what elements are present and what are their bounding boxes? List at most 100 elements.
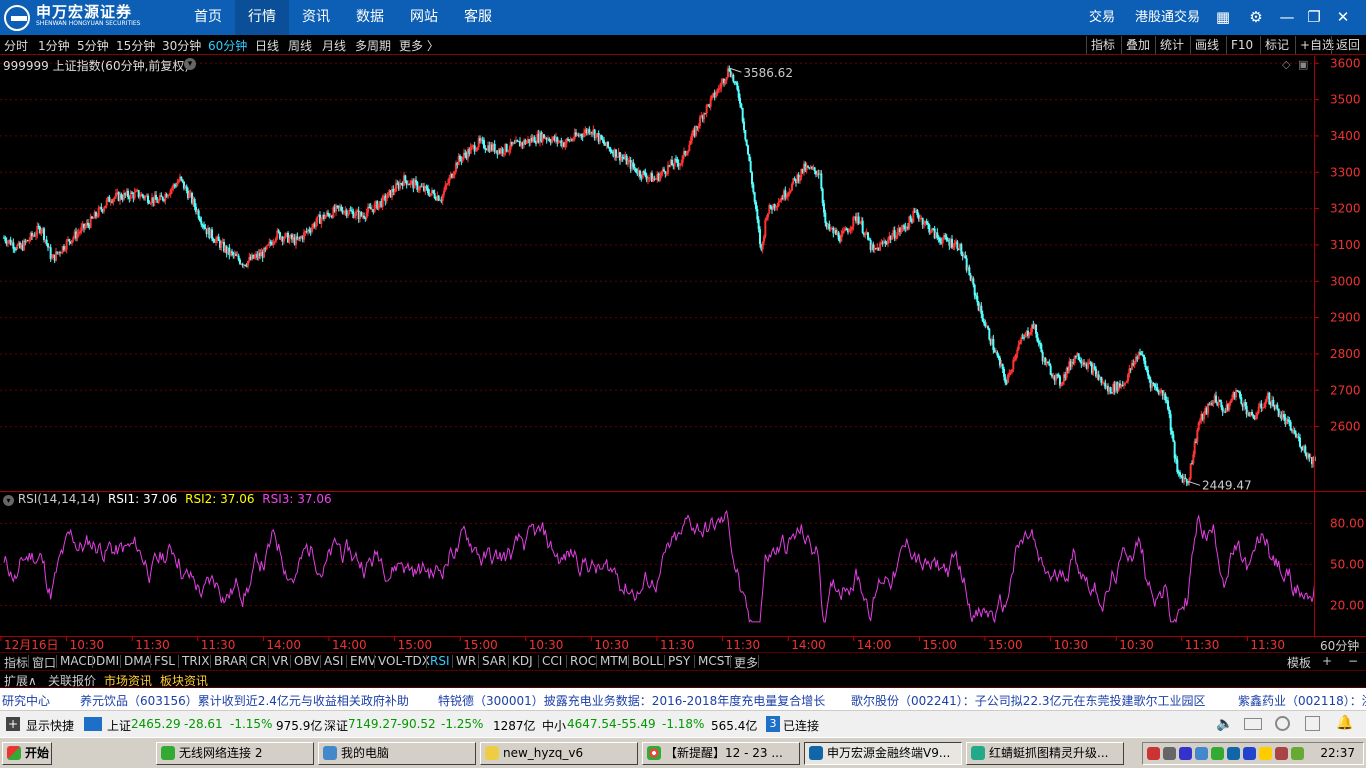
restore-icon[interactable]: ❐ — [1303, 7, 1325, 27]
indicator-mcst[interactable]: MCST — [698, 654, 732, 668]
tray-app-icon[interactable] — [1163, 747, 1176, 760]
indicator-kdj[interactable]: KDJ — [512, 654, 533, 668]
task-browser[interactable]: 【新提醒】12 - 23 ... — [642, 742, 800, 765]
add-window-button[interactable]: + — [1322, 654, 1332, 668]
indicator-cr[interactable]: CR — [250, 654, 267, 668]
tool-f10[interactable]: F10 — [1226, 36, 1257, 54]
indicator-dma[interactable]: DMA — [124, 654, 152, 668]
period-15min[interactable]: 15分钟 — [116, 37, 155, 54]
tray-app-icon[interactable] — [1291, 747, 1304, 760]
period-multi[interactable]: 多周期 — [355, 37, 391, 54]
indicator-item[interactable]: 窗口 — [32, 654, 56, 671]
dropdown-icon[interactable]: ▾ — [184, 58, 196, 70]
nav-website[interactable]: 网站 — [397, 0, 451, 35]
rsi-panel[interactable]: 80.00 50.00 20.00 ▾ RSI(14,14,14) RSI1: 37… — [0, 492, 1366, 636]
nav-home[interactable]: 首页 — [181, 0, 235, 35]
indicator-item[interactable]: 指标 — [4, 654, 28, 671]
indicator-boll[interactable]: BOLL — [632, 654, 663, 668]
news-item[interactable]: 养元饮品（603156）累计收到近2.4亿元与收益相关政府补助 — [80, 692, 409, 709]
quick-keys[interactable]: 显示快捷 — [26, 717, 74, 734]
task-network[interactable]: 无线网络连接 2 — [156, 742, 314, 765]
tray-app-icon[interactable] — [1195, 747, 1208, 760]
tray-app-icon[interactable] — [1275, 747, 1288, 760]
tray-app-icon[interactable] — [1259, 747, 1272, 760]
indicator-vr[interactable]: VR — [272, 654, 289, 668]
gear-icon[interactable]: ⚙ — [1245, 7, 1267, 27]
close-icon[interactable]: ✕ — [1332, 7, 1354, 27]
period-weekly[interactable]: 周线 — [288, 37, 312, 54]
indicator-macd[interactable]: MACD — [60, 654, 96, 668]
news-item[interactable]: 紫鑫药业（002118）：浙 — [1238, 692, 1366, 709]
indicator-obv[interactable]: OBV — [294, 654, 320, 668]
news-item[interactable]: 研究中心 — [2, 692, 50, 709]
template-button[interactable]: 模板 — [1287, 654, 1311, 671]
indicator-brar[interactable]: BRAR — [214, 654, 247, 668]
speaker-icon[interactable]: 🔈 — [1216, 716, 1233, 732]
period-more[interactable]: 更多 〉 — [399, 37, 439, 54]
news-item[interactable]: 歌尔股份（002241）：子公司拟22.3亿元在东莞投建歌尔工业园区 — [851, 692, 1206, 709]
indicator-item[interactable]: 更多 — [734, 654, 758, 671]
tool-back[interactable]: 返回 — [1331, 36, 1364, 54]
remove-window-button[interactable]: − — [1348, 654, 1358, 668]
related-quotes-tab[interactable]: 关联报价 — [48, 672, 96, 689]
tray-app-icon[interactable] — [1147, 747, 1160, 760]
tray-app-icon[interactable] — [1227, 747, 1240, 760]
period-1min[interactable]: 1分钟 — [38, 37, 70, 54]
indicator-wr[interactable]: WR — [456, 654, 476, 668]
indicator-cci[interactable]: CCI — [542, 654, 562, 668]
keyboard-icon[interactable] — [1244, 718, 1262, 730]
news-item[interactable]: 特锐德（300001）披露充电业务数据：2016-2018年度充电量复合增长 — [438, 692, 825, 709]
market-news-tab[interactable]: 市场资讯 — [104, 672, 152, 689]
indicator-asi[interactable]: ASI — [324, 654, 343, 668]
tray-app-icon[interactable] — [1211, 747, 1224, 760]
tray-app-icon[interactable] — [1179, 747, 1192, 760]
bluetooth-icon[interactable] — [1243, 747, 1256, 760]
indicator-fsl[interactable]: FSL — [154, 654, 175, 668]
search-icon[interactable] — [1275, 716, 1290, 731]
period-5min[interactable]: 5分钟 — [77, 37, 109, 54]
indicator-dmi[interactable]: DMI — [96, 654, 119, 668]
trade-link[interactable]: 交易 — [1089, 0, 1115, 35]
minimize-icon[interactable]: — — [1276, 7, 1298, 27]
period-daily[interactable]: 日线 — [255, 37, 279, 54]
indicator-roc[interactable]: ROC — [570, 654, 596, 668]
indicator-voltdx[interactable]: VOL-TDX — [378, 654, 430, 668]
period-30min[interactable]: 30分钟 — [162, 37, 201, 54]
expand-tab[interactable]: 扩展∧ — [4, 672, 37, 689]
tool-indicator[interactable]: 指标 — [1086, 36, 1119, 54]
nav-quotes[interactable]: 行情 — [235, 0, 289, 35]
grid-layout-icon[interactable]: ▦ — [1212, 7, 1234, 27]
diamond-icon[interactable]: ◇ — [1282, 58, 1290, 71]
task-my-computer[interactable]: 我的电脑 — [318, 742, 476, 765]
start-button[interactable]: 开始 — [2, 742, 52, 765]
hk-trade-link[interactable]: 港股通交易 — [1135, 0, 1200, 35]
tool-draw[interactable]: 画线 — [1190, 36, 1223, 54]
phone-icon[interactable] — [1305, 716, 1320, 731]
indicator-sar[interactable]: SAR — [482, 654, 506, 668]
period-60min[interactable]: 60分钟 — [208, 37, 247, 54]
indicator-psy[interactable]: PSY — [668, 654, 690, 668]
nav-data[interactable]: 数据 — [343, 0, 397, 35]
candle-body — [756, 208, 759, 220]
period-tick[interactable]: 分时 — [4, 37, 28, 54]
chart-icon[interactable] — [84, 717, 102, 731]
rsi-dropdown-icon[interactable]: ▾ — [3, 495, 14, 506]
indicator-mtm[interactable]: MTM — [600, 654, 628, 668]
nav-service[interactable]: 客服 — [451, 0, 505, 35]
tool-overlay[interactable]: 叠加 — [1121, 36, 1154, 54]
period-monthly[interactable]: 月线 — [322, 37, 346, 54]
tool-mark[interactable]: 标记 — [1260, 36, 1293, 54]
panel-icon[interactable]: ▣ — [1298, 58, 1308, 71]
tool-stats[interactable]: 统计 — [1155, 36, 1188, 54]
sector-news-tab[interactable]: 板块资讯 — [160, 672, 208, 689]
indicator-rsi[interactable]: RSI — [430, 654, 450, 668]
plus-icon[interactable]: + — [6, 717, 20, 731]
task-capture[interactable]: 红蜻蜓抓图精灵升级... — [966, 742, 1124, 765]
bell-icon[interactable]: 🔔 — [1336, 715, 1353, 731]
nav-news[interactable]: 资讯 — [289, 0, 343, 35]
task-terminal[interactable]: 申万宏源金融终端V9... — [804, 742, 962, 765]
task-folder[interactable]: new_hyzq_v6 — [480, 742, 638, 765]
candlestick-chart[interactable]: 3600 3500 3400 3300 3200 3100 3000 2900 2800 2700… — [0, 56, 1366, 492]
indicator-trix[interactable]: TRIX — [182, 654, 209, 668]
indicator-emv[interactable]: EMV — [350, 654, 376, 668]
